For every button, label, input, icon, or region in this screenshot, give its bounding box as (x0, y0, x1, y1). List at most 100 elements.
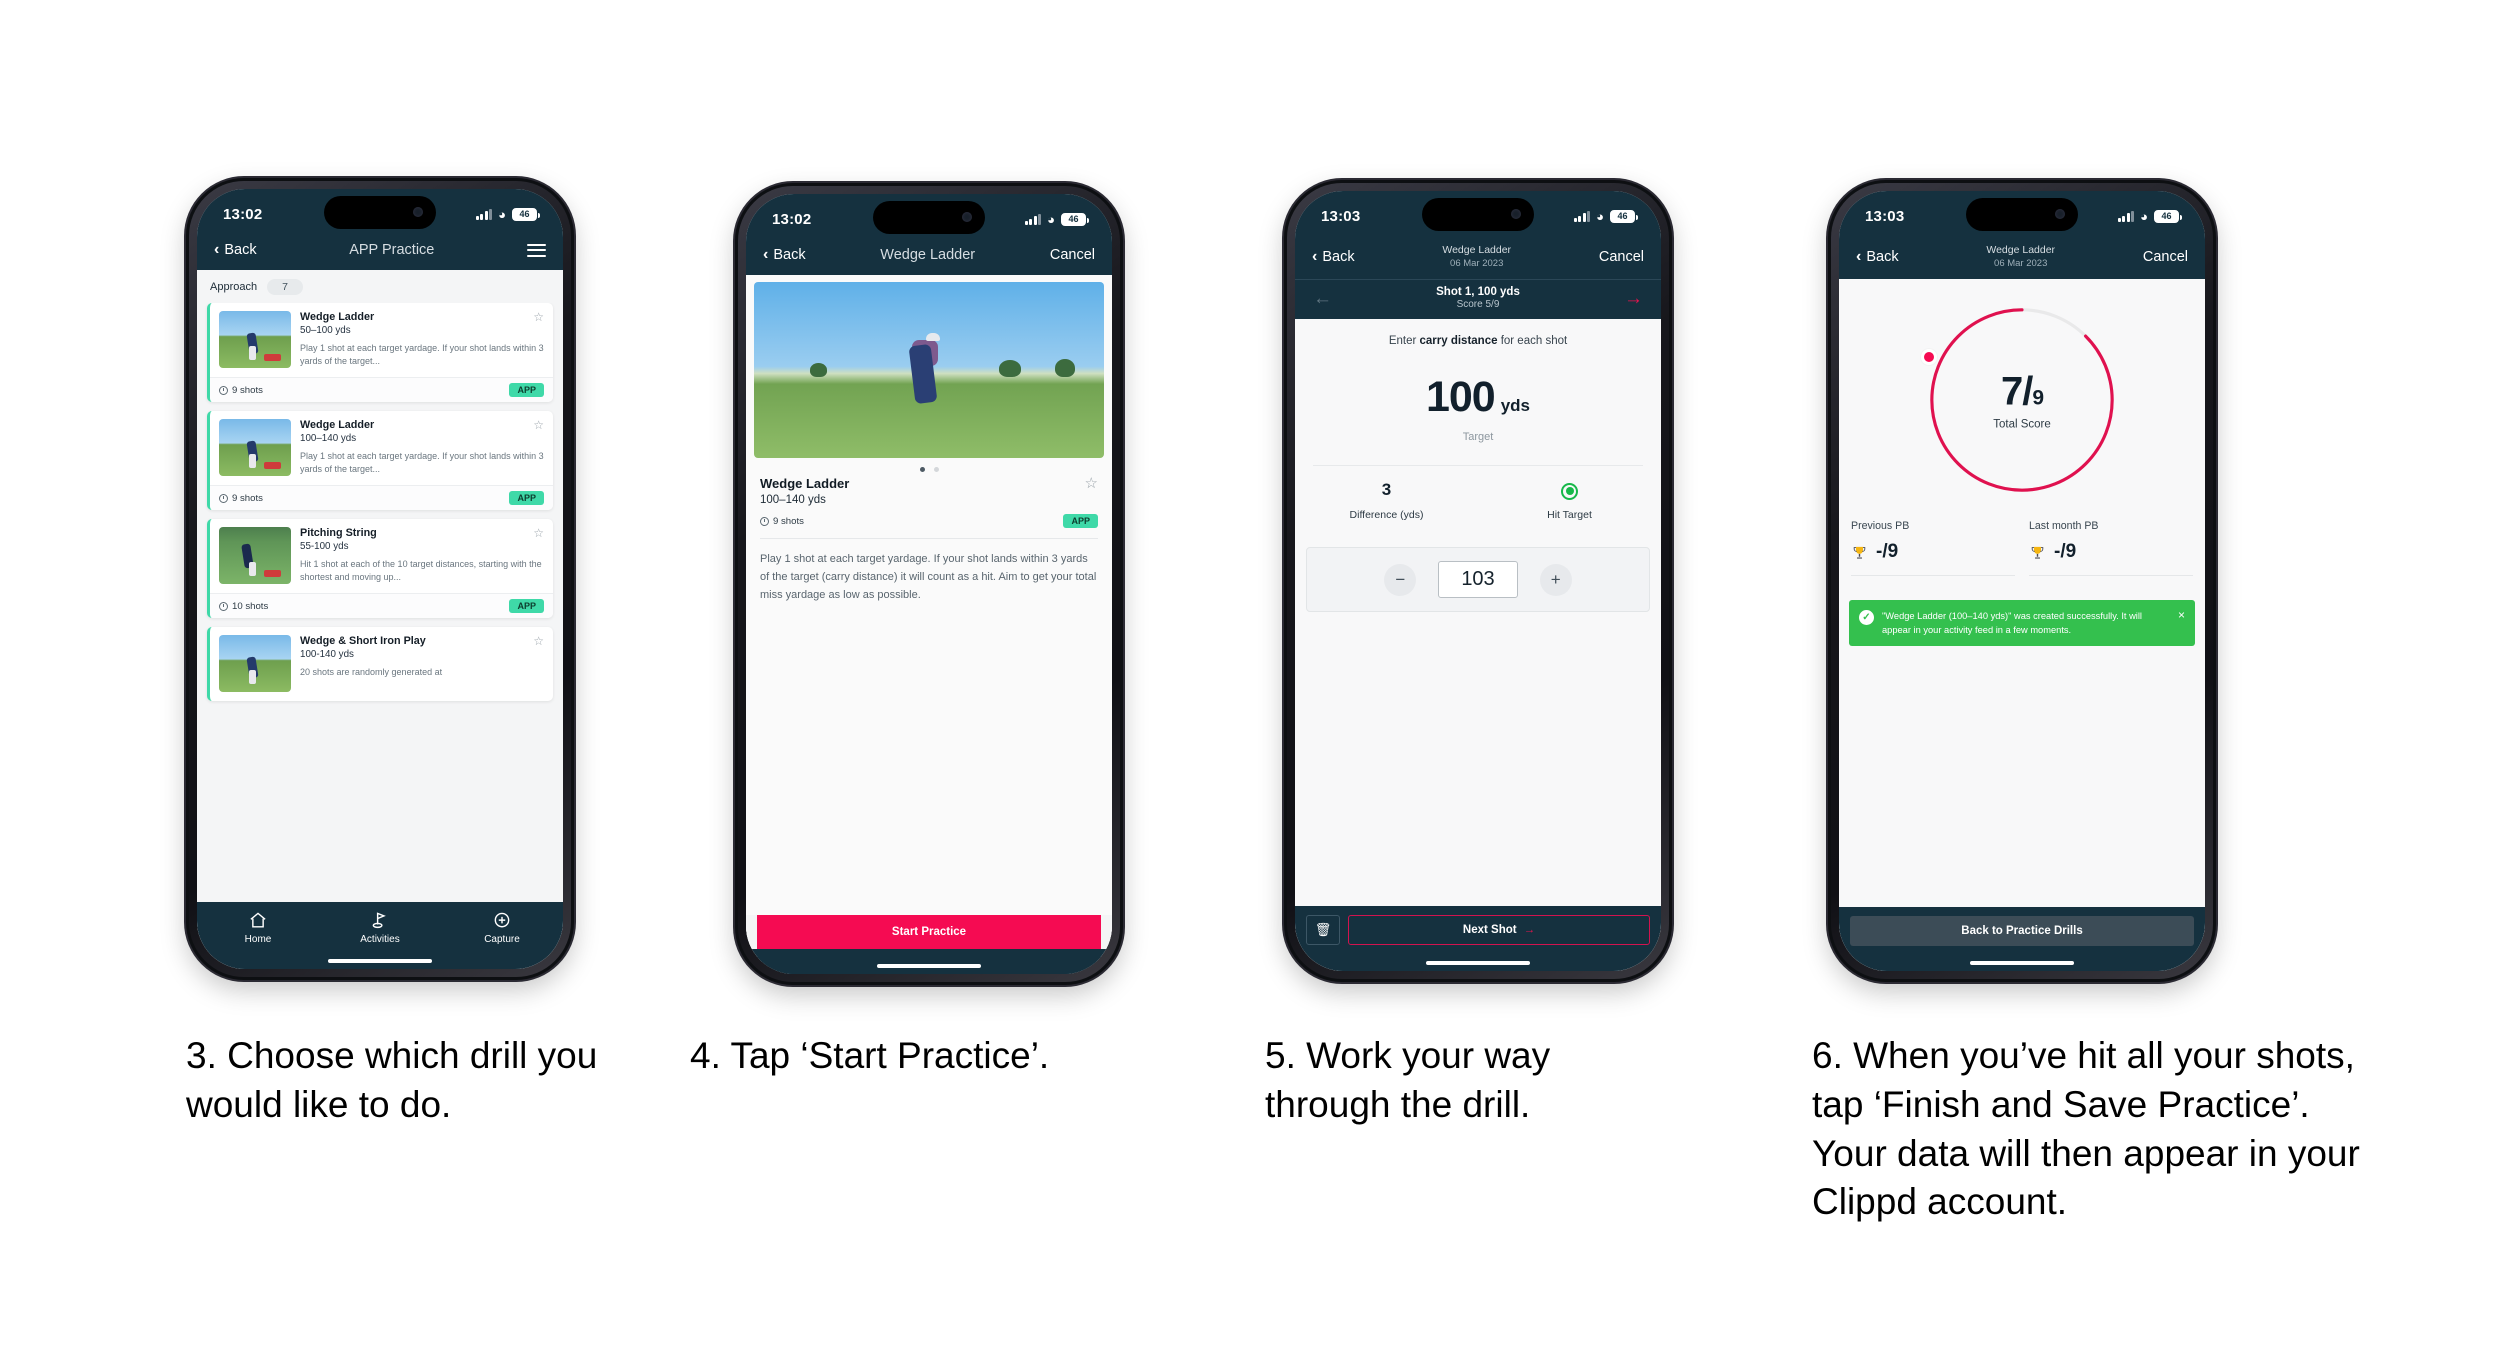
check-circle-icon: ✓ (1859, 610, 1874, 625)
increment-button[interactable]: + (1539, 563, 1572, 596)
list-item[interactable]: Wedge & Short Iron Play 100-140 yds ☆ 20… (207, 627, 553, 702)
phone-mockup-4: 13:03 ◕ 46 ‹ Back Wedge Ladder 06 Mar 20… (1828, 180, 2216, 982)
status-indicators: ◕ 46 (2117, 208, 2182, 224)
card-heading: Pitching String 55-100 yds ☆ (300, 527, 544, 552)
status-indicators: ◕ 46 (1573, 209, 1638, 223)
wifi-icon: ◕ (2140, 208, 2148, 224)
favorite-star-icon[interactable]: ☆ (533, 527, 544, 539)
tutorial-screenshot-sheet: 13:02 ◕ 46 ‹ Back APP Practice Approach … (0, 0, 2503, 1347)
cancel-button[interactable]: Cancel (1599, 249, 1644, 265)
dynamic-island (873, 201, 985, 234)
page-title-text: Wedge Ladder (1442, 244, 1512, 256)
plus-circle-icon (494, 912, 510, 928)
camera-icon (1511, 209, 1521, 219)
total-score-label: Total Score (1993, 418, 2051, 431)
caption-step-5: 5. Work your way through the drill. (1265, 1035, 1551, 1125)
status-bar: 13:02 ◕ 46 (197, 189, 563, 235)
hamburger-menu-icon[interactable] (527, 243, 546, 257)
back-label: Back (1322, 249, 1355, 265)
page-title: Wedge Ladder 06 Mar 2023 (1986, 244, 2055, 270)
status-badge: APP (1063, 514, 1098, 528)
footer-spacer (746, 949, 1112, 974)
back-button[interactable]: ‹ Back (1856, 248, 1899, 266)
results-screen: 7/9 Total Score Previous PB -/9 Last mon… (1839, 279, 2205, 971)
tab-activities[interactable]: Activities (319, 911, 441, 945)
cancel-button[interactable]: Cancel (1050, 247, 1095, 263)
cellular-signal-icon (475, 208, 493, 220)
back-button[interactable]: ‹ Back (1312, 249, 1355, 266)
trash-icon[interactable]: 🗑 (1306, 915, 1340, 945)
list-item[interactable]: Pitching String 55-100 yds ☆ Hit 1 shot … (207, 519, 553, 619)
last-month-pb: Last month PB -/9 (2029, 520, 2193, 576)
filter-count-chip[interactable]: 7 (267, 279, 303, 295)
tab-capture[interactable]: Capture (441, 911, 563, 945)
score-numerator: 7 (2000, 369, 2023, 414)
entry-prompt: Enter carry distance for each shot (1295, 319, 1661, 347)
card-heading: Wedge & Short Iron Play 100-140 yds ☆ (300, 635, 544, 660)
drill-list[interactable]: Wedge Ladder 50–100 yds ☆ Play 1 shot at… (197, 303, 563, 902)
prompt-post: for each shot (1497, 335, 1568, 347)
dynamic-island (1966, 198, 2078, 231)
back-button[interactable]: ‹ Back (214, 242, 257, 259)
start-practice-button[interactable]: Start Practice (757, 915, 1101, 949)
shot-count: 10 shots (219, 601, 268, 612)
clock-icon (219, 385, 228, 395)
target-unit: yds (1500, 396, 1531, 415)
clock-icon (219, 601, 228, 611)
carousel-dots[interactable] (746, 458, 1112, 476)
status-bar: 13:02 ◕ 46 (746, 194, 1112, 240)
status-time: 13:02 (223, 205, 263, 223)
prompt-bold: carry distance (1419, 335, 1498, 347)
home-indicator (1839, 954, 2205, 971)
previous-shot-arrow-icon[interactable]: ← (1313, 289, 1332, 308)
total-score-value: 7/9 (1993, 370, 2051, 415)
card-footer: 9 shots APP (210, 377, 553, 403)
next-shot-button[interactable]: Next Shot → (1348, 915, 1650, 945)
target-display: 100 yds Target (1295, 347, 1661, 443)
carry-distance-input[interactable]: 103 (1438, 561, 1518, 598)
personal-bests: Previous PB -/9 Last month PB -/9 (1839, 498, 2205, 576)
favorite-star-icon[interactable]: ☆ (533, 311, 544, 323)
tab-label: Activities (360, 934, 400, 945)
page-title: APP Practice (349, 242, 435, 258)
drill-title: Wedge Ladder (300, 311, 375, 323)
chevron-left-icon: ‹ (763, 246, 769, 263)
list-item[interactable]: Wedge Ladder 50–100 yds ☆ Play 1 shot at… (207, 303, 553, 403)
card-body: Pitching String 55-100 yds ☆ Hit 1 shot … (210, 519, 553, 593)
next-shot-arrow-icon[interactable]: → (1624, 289, 1643, 308)
chevron-left-icon: ‹ (1856, 248, 1862, 265)
close-icon[interactable]: × (2178, 609, 2185, 621)
favorite-star-icon[interactable]: ☆ (533, 419, 544, 431)
pb-value: -/9 (1876, 541, 1899, 562)
status-time: 13:03 (1321, 207, 1361, 225)
camera-icon (413, 207, 423, 217)
favorite-star-icon[interactable]: ☆ (1085, 476, 1098, 491)
shot-count: 9 shots (219, 385, 263, 396)
page-subtitle: 06 Mar 2023 (1994, 258, 2048, 270)
shot-score: Score 5/9 (1456, 299, 1500, 310)
tab-home[interactable]: Home (197, 911, 319, 945)
card-text: Pitching String 55-100 yds ☆ Hit 1 shot … (300, 527, 544, 584)
drill-title: Wedge Ladder (760, 476, 850, 491)
shot-stats: 3 Difference (yds) Hit Target (1295, 466, 1661, 521)
cellular-signal-icon (1024, 213, 1042, 225)
list-item[interactable]: Wedge Ladder 100–140 yds ☆ Play 1 shot a… (207, 411, 553, 511)
decrement-button[interactable]: − (1384, 563, 1417, 596)
cancel-button[interactable]: Cancel (2143, 249, 2188, 265)
favorite-star-icon[interactable]: ☆ (533, 635, 544, 647)
status-indicators: ◕ 46 (1024, 212, 1089, 226)
page-subtitle: 06 Mar 2023 (1450, 258, 1504, 270)
phone-screen-4: 13:03 ◕ 46 ‹ Back Wedge Ladder 06 Mar 20… (1839, 191, 2205, 971)
shot-count: 9 shots (760, 516, 804, 527)
success-toast: ✓ "Wedge Ladder (100–140 yds)" was creat… (1849, 600, 2195, 647)
trophy-icon (1853, 546, 1866, 559)
previous-pb: Previous PB -/9 (1851, 520, 2015, 576)
card-body: Wedge Ladder 50–100 yds ☆ Play 1 shot at… (210, 303, 553, 377)
prompt-pre: Enter (1388, 335, 1420, 347)
back-button[interactable]: ‹ Back (763, 246, 806, 264)
back-to-practice-drills-button[interactable]: Back to Practice Drills (1850, 916, 2194, 946)
home-indicator (197, 952, 563, 969)
drill-title: Pitching String (300, 527, 377, 540)
page-title: Wedge Ladder 06 Mar 2023 (1442, 244, 1511, 270)
shot-count-label: 9 shots (232, 384, 263, 396)
